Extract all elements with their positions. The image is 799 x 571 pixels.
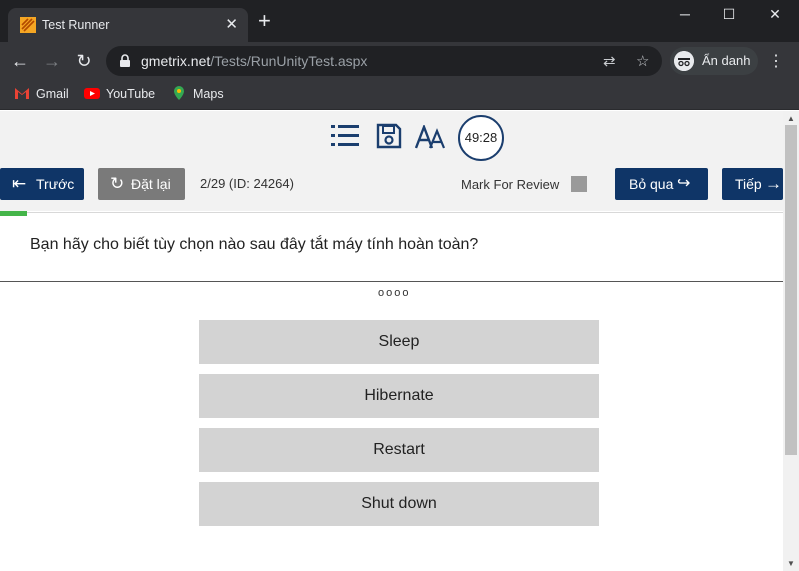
incognito-icon [674,51,694,71]
pager-dots: oooo [378,287,411,299]
skip-label: Bỏ qua [629,176,674,192]
tab-title: Test Runner [42,18,110,32]
scroll-up-icon[interactable]: ▲ [787,114,795,123]
page-scrollbar[interactable]: ▲ ▼ [783,111,799,571]
progress-bar [0,211,27,216]
reload-icon[interactable]: ↻ [74,51,94,71]
bookmarks-bar: Gmail YouTube Maps [0,80,799,110]
option-restart[interactable]: Restart [199,428,599,472]
reset-icon: ↻ [110,174,125,193]
countdown-timer: 49:28 [458,115,504,161]
forward-icon[interactable]: → [42,51,62,71]
option-sleep[interactable]: Sleep [199,320,599,364]
mark-review-label: Mark For Review [461,177,560,192]
url-text: gmetrix.net/Tests/RunUnityTest.aspx [141,53,368,69]
lock-icon [120,54,130,67]
skip-share-icon: ↪ [677,175,691,192]
profile-label: Ẩn danh [702,53,751,68]
question-divider [0,281,783,282]
question-counter: 2/29 (ID: 24264) [200,176,294,191]
scroll-down-icon[interactable]: ▼ [787,559,795,568]
mark-review-checkbox[interactable] [571,176,587,192]
youtube-icon [84,88,100,99]
translate-icon[interactable]: ⇄ [603,52,616,70]
scrollbar-thumb[interactable] [785,125,797,455]
next-arrow-icon: → [765,174,782,193]
save-icon[interactable] [376,123,402,149]
previous-label: Trước [36,176,75,192]
browser-toolbar: ← → ↻ gmetrix.net/Tests/RunUnityTest.asp… [0,42,799,80]
browser-tab[interactable]: Test Runner ✕ [8,8,248,42]
question-text: Bạn hãy cho biết tùy chọn nào sau đây tắ… [30,236,479,253]
next-label: Tiếp [735,176,762,192]
reset-button[interactable]: ↻ Đặt lại [98,168,185,200]
next-button[interactable]: Tiếp → [722,168,783,200]
bookmark-star-icon[interactable]: ☆ [636,52,649,70]
maps-icon [174,86,184,100]
bookmark-maps[interactable]: Maps [171,86,224,101]
address-bar[interactable]: gmetrix.net/Tests/RunUnityTest.aspx ⇄ ☆ [106,46,662,76]
maximize-icon[interactable]: ☐ [706,6,752,23]
skip-button[interactable]: Bỏ qua ↪ [615,168,708,200]
bookmark-youtube[interactable]: YouTube [84,86,155,101]
minimize-icon[interactable]: ─ [662,6,708,22]
option-hibernate[interactable]: Hibernate [199,374,599,418]
back-icon[interactable]: ← [10,51,30,71]
gmail-icon [15,88,29,99]
previous-button[interactable]: ⇤ Trước [0,168,84,200]
question-list-icon[interactable] [331,123,359,149]
previous-arrow-icon: ⇤ [12,174,27,193]
tab-close-icon[interactable]: ✕ [225,15,238,33]
reset-label: Đặt lại [131,176,171,192]
divider [27,212,783,213]
bookmark-gmail[interactable]: Gmail [14,86,69,101]
test-runner-page: 49:28 ⇤ Trước ↻ Đặt lại 2/29 (ID: 24264)… [0,111,783,571]
chrome-menu-icon[interactable]: ⋮ [768,51,784,71]
incognito-profile-button[interactable]: Ẩn danh [670,47,758,75]
window-close-icon[interactable]: ✕ [752,6,798,23]
font-size-icon[interactable] [415,125,447,149]
test-runner-favicon-icon [20,17,36,33]
new-tab-icon[interactable]: + [258,10,271,32]
browser-titlebar: Test Runner ✕ + ─ ☐ ✕ [0,0,799,42]
option-shut-down[interactable]: Shut down [199,482,599,526]
